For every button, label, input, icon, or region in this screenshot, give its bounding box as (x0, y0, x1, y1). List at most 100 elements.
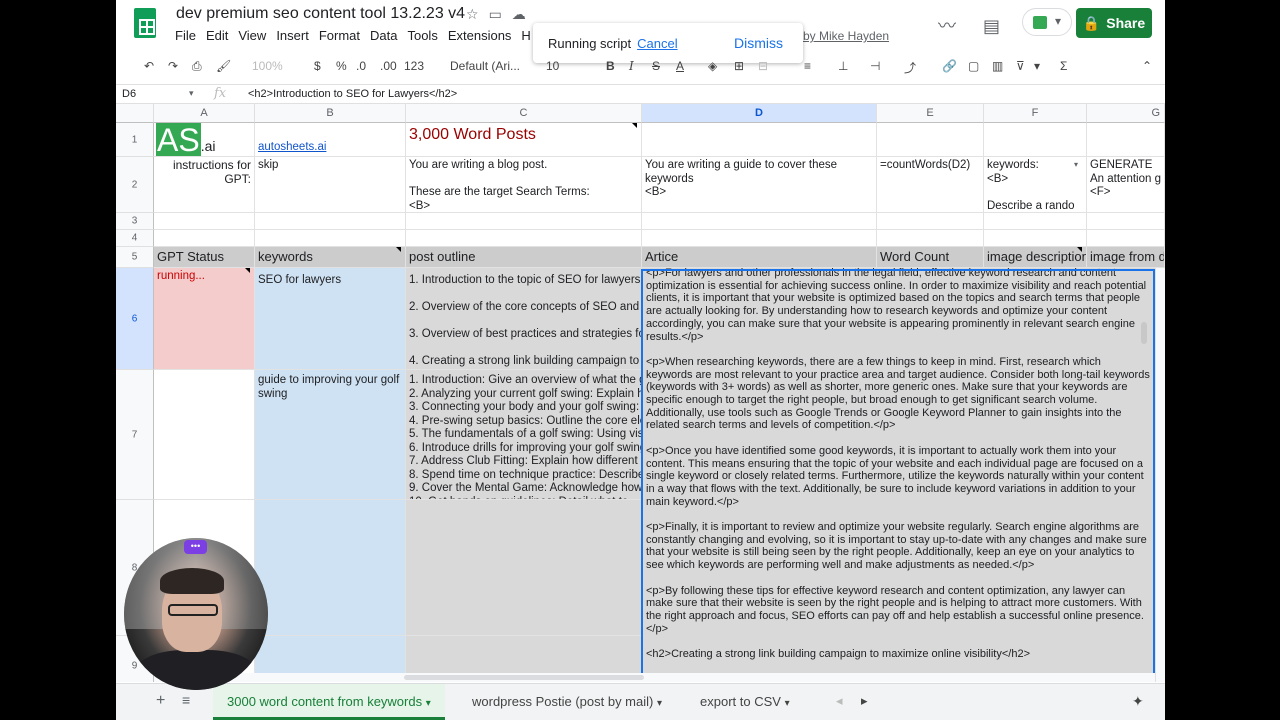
cell-f4[interactable] (984, 230, 1087, 247)
cell-f3[interactable] (984, 213, 1087, 230)
row-header-4[interactable]: 4 (116, 230, 154, 247)
header-article[interactable]: Artice (642, 247, 877, 268)
cell-e2[interactable]: =countWords(D2) (877, 157, 984, 213)
move-folder-icon[interactable]: ▭ (489, 6, 512, 22)
column-header-d[interactable]: D (642, 104, 877, 123)
cell-e3[interactable] (877, 213, 984, 230)
cell-c2[interactable]: You are writing a blog post. These are t… (406, 157, 642, 213)
editor-scrollbar[interactable] (1141, 322, 1147, 344)
cloud-status-icon[interactable]: ☁ (512, 6, 536, 22)
cell-b6-keywords[interactable]: SEO for lawyers (255, 268, 406, 370)
horizontal-scroll-thumb[interactable] (404, 675, 644, 680)
tab-wordpress-postie[interactable]: wordpress Postie (post by mail) ▾ (458, 684, 676, 720)
text-wrap-icon[interactable]: ⊣ (870, 59, 880, 73)
row-header-2[interactable]: 2 (116, 157, 154, 213)
cell-c3[interactable] (406, 213, 642, 230)
functions-icon[interactable]: Σ (1060, 59, 1067, 73)
cell-b8[interactable] (255, 500, 406, 636)
cell-g2[interactable]: GENERATE An attention g <F> (1087, 157, 1165, 213)
cancel-link[interactable]: Cancel (637, 36, 677, 51)
cell-g1[interactable] (1087, 123, 1165, 157)
cell-a6-status[interactable]: running... (154, 268, 255, 370)
insert-comment-icon[interactable]: ▢ (968, 59, 979, 73)
header-image-description[interactable]: image description (984, 247, 1087, 268)
menu-tools[interactable]: Tools (407, 28, 443, 43)
redo-icon[interactable]: ↷ (168, 59, 178, 73)
menu-view[interactable]: View (238, 28, 272, 43)
column-header-g[interactable]: G (1087, 104, 1165, 123)
decrease-decimal-button[interactable]: .0 (356, 59, 366, 73)
row-header-1[interactable]: 1 (116, 123, 154, 157)
header-word-count[interactable]: Word Count (877, 247, 984, 268)
meet-button[interactable] (1022, 8, 1072, 36)
cell-a2[interactable]: instructions for GPT: (154, 157, 255, 213)
vertical-align-icon[interactable]: ⊥ (838, 59, 848, 73)
cell-e4[interactable] (877, 230, 984, 247)
row-header-3[interactable]: 3 (116, 213, 154, 230)
row-header-7[interactable]: 7 (116, 370, 154, 500)
more-formats-select[interactable]: 123 (404, 59, 424, 73)
cell-a7[interactable] (154, 370, 255, 500)
menu-insert[interactable]: Insert (276, 28, 315, 43)
column-header-c[interactable]: C (406, 104, 642, 123)
explore-icon[interactable]: ✦ (1132, 693, 1144, 710)
vertical-scrollbar[interactable] (1155, 268, 1165, 682)
paint-format-icon[interactable]: 🖌 (216, 59, 231, 73)
text-color-icon[interactable]: A (676, 59, 684, 73)
cell-c7-outline[interactable]: 1. Introduction: Give an overview of wha… (406, 370, 642, 500)
cell-d2[interactable]: You are writing a guide to cover these k… (642, 157, 877, 213)
all-sheets-icon[interactable]: ≡ (182, 692, 190, 708)
print-icon[interactable]: ⎙ (192, 59, 202, 74)
column-header-f[interactable]: F (984, 104, 1087, 123)
cell-a4[interactable] (154, 230, 255, 247)
cell-c6-outline[interactable]: 1. Introduction to the topic of SEO for … (406, 268, 642, 370)
cell-b3[interactable] (255, 213, 406, 230)
cell-c4[interactable] (406, 230, 642, 247)
filter-icon[interactable]: ⊽ (1016, 59, 1025, 73)
scroll-tabs-left-icon[interactable]: ◂ (836, 693, 843, 709)
header-post-outline[interactable]: post outline (406, 247, 642, 268)
cell-c8[interactable] (406, 500, 642, 636)
header-image-from-description[interactable]: image from d (1087, 247, 1165, 268)
add-sheet-icon[interactable]: + (156, 692, 165, 710)
byline-link[interactable]: o by Mike Hayden (793, 29, 889, 43)
scroll-tabs-right-icon[interactable]: ▸ (861, 693, 868, 709)
cell-c1[interactable]: 3,000 Word Posts (406, 123, 642, 157)
cell-d1[interactable] (642, 123, 877, 157)
fill-color-icon[interactable]: ◈ (708, 59, 717, 73)
horizontal-scrollbar[interactable] (154, 673, 1155, 682)
text-rotation-icon[interactable]: ⤴ (904, 59, 916, 76)
cell-b4[interactable] (255, 230, 406, 247)
menu-data[interactable]: Data (370, 28, 403, 43)
comments-icon[interactable]: ▤ (983, 16, 1000, 36)
cell-d6-article-editor[interactable]: <p>For lawyers and other professionals i… (642, 268, 1154, 674)
cell-b7-keywords[interactable]: guide to improving your golf swing (255, 370, 406, 500)
zoom-select[interactable]: 100% (252, 59, 283, 73)
dismiss-button[interactable]: Dismiss (734, 35, 783, 51)
undo-icon[interactable]: ↶ (144, 59, 154, 73)
cell-a1[interactable]: AS.ai (154, 123, 255, 157)
row-header-6[interactable]: 6 (116, 268, 154, 370)
star-icon[interactable]: ☆ (466, 6, 489, 22)
tab-export-to-csv[interactable]: export to CSV ▾ (686, 684, 804, 720)
cell-b1[interactable]: autosheets.ai (255, 123, 406, 157)
horizontal-align-icon[interactable]: ≡ (804, 59, 811, 73)
cell-d3[interactable] (642, 213, 877, 230)
bold-icon[interactable]: B (606, 59, 615, 73)
menu-edit[interactable]: Edit (206, 28, 234, 43)
menu-format[interactable]: Format (319, 28, 366, 43)
cell-a3[interactable] (154, 213, 255, 230)
filter-views-icon[interactable]: ▾ (1034, 59, 1040, 73)
insert-link-icon[interactable]: 🔗 (942, 59, 957, 73)
cell-f2[interactable]: keywords: <B> Describe a rando (984, 157, 1087, 213)
share-button[interactable]: 🔒 Share (1076, 8, 1152, 38)
cell-b2[interactable]: skip (255, 157, 406, 213)
formula-input[interactable]: <h2>Introduction to SEO for Lawyers</h2> (248, 88, 457, 100)
font-size-select[interactable]: 10 (546, 59, 559, 73)
font-select[interactable]: Default (Ari... (450, 59, 520, 73)
name-box[interactable]: D6 (122, 88, 198, 100)
column-header-b[interactable]: B (255, 104, 406, 123)
italic-icon[interactable]: I (629, 59, 634, 73)
activity-trend-icon[interactable]: 〰 (938, 16, 956, 36)
document-title[interactable]: dev premium seo content tool 13.2.23 v4 (176, 5, 465, 23)
